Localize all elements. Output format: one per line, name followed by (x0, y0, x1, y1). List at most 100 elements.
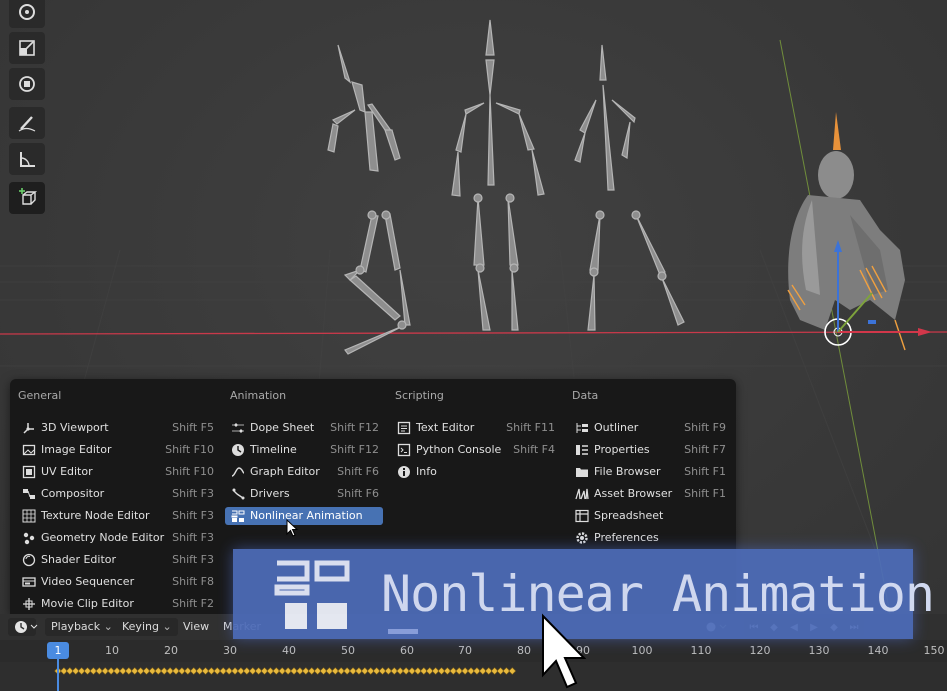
menu-item-info[interactable]: Info (391, 463, 559, 481)
menu-heading-scripting: Scripting (395, 389, 444, 402)
frame-tick: 130 (808, 644, 830, 657)
menu-item-file-browser[interactable]: File Browser Shift F1 (569, 463, 730, 481)
menu-item-shader-editor[interactable]: Shader Editor Shift F3 (16, 551, 218, 569)
rotate-icon (19, 4, 35, 20)
menu-heading-animation: Animation (230, 389, 287, 402)
add-cube-icon (19, 188, 38, 205)
playback-menu[interactable]: Playback ⌄ (45, 618, 119, 636)
menu-item-dope-sheet[interactable]: Dope Sheet Shift F12 (225, 419, 383, 437)
add-cube-tool-button[interactable] (9, 182, 45, 214)
keying-label: Keying (122, 620, 159, 633)
menu-item-3d-viewport[interactable]: 3D Viewport Shift F5 (16, 419, 218, 437)
video-sequencer-icon (22, 575, 36, 589)
properties-icon (575, 443, 589, 457)
nla-icon (274, 560, 350, 629)
frame-tick: 70 (458, 644, 472, 657)
annotate-tool-button[interactable] (9, 107, 45, 139)
editor-type-button[interactable] (8, 618, 38, 636)
dope-sheet-icon (231, 421, 245, 435)
frame-tick: 100 (631, 644, 653, 657)
shader-editor-icon (22, 553, 36, 567)
frame-tick: 110 (690, 644, 712, 657)
graph-editor-icon (231, 465, 245, 479)
zoomed-underline (388, 629, 418, 634)
menu-item-properties[interactable]: Properties Shift F7 (569, 441, 730, 459)
python-console-icon (397, 443, 411, 457)
frame-tick: 140 (867, 644, 889, 657)
frame-ruler[interactable]: 10 20 30 40 50 60 70 80 90 100 110 120 1… (0, 640, 947, 662)
timeline-icon (15, 621, 38, 633)
menu-item-texture-node-editor[interactable]: Texture Node Editor Shift F3 (16, 507, 218, 525)
uv-editor-icon (22, 465, 36, 479)
menu-heading-general: General (18, 389, 62, 402)
menu-item-nonlinear-animation[interactable]: Nonlinear Animation (225, 507, 383, 525)
file-browser-icon (575, 465, 589, 479)
mouse-cursor-icon (286, 519, 299, 537)
menu-item-geometry-node-editor[interactable]: Geometry Node Editor Shift F3 (16, 529, 218, 547)
menu-item-spreadsheet[interactable]: Spreadsheet (569, 507, 730, 525)
frame-tick: 80 (517, 644, 531, 657)
transform-tool-button[interactable] (9, 68, 45, 100)
frame-tick: 150 (923, 644, 945, 657)
menu-item-video-sequencer[interactable]: Video Sequencer Shift F8 (16, 573, 218, 591)
timeline-icon (231, 443, 245, 457)
menu-item-movie-clip-editor[interactable]: Movie Clip Editor Shift F2 (16, 595, 218, 613)
menu-item-compositor[interactable]: Compositor Shift F3 (16, 485, 218, 503)
menu-item-drivers[interactable]: Drivers Shift F6 (225, 485, 383, 503)
frame-tick: 30 (223, 644, 237, 657)
scale-icon (19, 40, 35, 56)
armature-center (451, 19, 545, 331)
scale-tool-button[interactable] (9, 32, 45, 64)
asset-browser-icon (575, 487, 589, 501)
geometry-node-icon (22, 531, 36, 545)
texture-node-icon (22, 509, 36, 523)
playhead-line[interactable] (57, 659, 59, 691)
x-axis-line (0, 331, 947, 335)
armature-left (327, 44, 411, 355)
armature-right (574, 44, 685, 331)
text-editor-icon (397, 421, 411, 435)
frame-tick: 40 (282, 644, 296, 657)
preferences-icon (575, 531, 589, 545)
current-frame-indicator[interactable]: 1 (47, 642, 69, 659)
menu-item-outliner[interactable]: Outliner Shift F9 (569, 419, 730, 437)
measure-tool-button[interactable] (9, 143, 45, 175)
frame-tick: 50 (341, 644, 355, 657)
menu-item-preferences[interactable]: Preferences (569, 529, 730, 547)
chevron-down-icon: ⌄ (103, 620, 113, 633)
drivers-icon (231, 487, 245, 501)
rotate-tool-button[interactable] (9, 0, 45, 28)
frame-tick: 120 (749, 644, 771, 657)
menu-heading-data: Data (572, 389, 599, 402)
frame-tick: 10 (105, 644, 119, 657)
menu-item-image-editor[interactable]: Image Editor Shift F10 (16, 441, 218, 459)
outliner-icon (575, 421, 589, 435)
info-icon (397, 465, 411, 479)
viewport-3d-icon (22, 421, 36, 435)
menu-item-uv-editor[interactable]: UV Editor Shift F10 (16, 463, 218, 481)
chevron-down-icon: ⌄ (162, 620, 172, 633)
frame-tick: 20 (164, 644, 178, 657)
transform-icon (19, 76, 35, 92)
spreadsheet-icon (575, 509, 589, 523)
keyframe-row (54, 667, 517, 675)
annotate-icon (18, 116, 36, 132)
keyframe-marker[interactable] (508, 667, 517, 675)
menu-item-text-editor[interactable]: Text Editor Shift F11 (391, 419, 559, 437)
zoomed-label: Nonlinear Animation (381, 565, 935, 623)
zoomed-cursor-icon (542, 613, 586, 689)
menu-item-asset-browser[interactable]: Asset Browser Shift F1 (569, 485, 730, 503)
menu-item-timeline[interactable]: Timeline Shift F12 (225, 441, 383, 459)
menu-item-python-console[interactable]: Python Console Shift F4 (391, 441, 559, 459)
character-model (787, 112, 932, 351)
compositor-icon (22, 487, 36, 501)
playback-label: Playback (51, 620, 101, 633)
nla-icon (231, 509, 245, 523)
measure-icon (20, 152, 35, 167)
view-menu[interactable]: View (183, 618, 209, 636)
menu-item-graph-editor[interactable]: Graph Editor Shift F6 (225, 463, 383, 481)
image-editor-icon (22, 443, 36, 457)
movie-clip-icon (22, 597, 36, 611)
frame-tick: 60 (400, 644, 414, 657)
keying-menu[interactable]: Keying ⌄ (116, 618, 178, 636)
